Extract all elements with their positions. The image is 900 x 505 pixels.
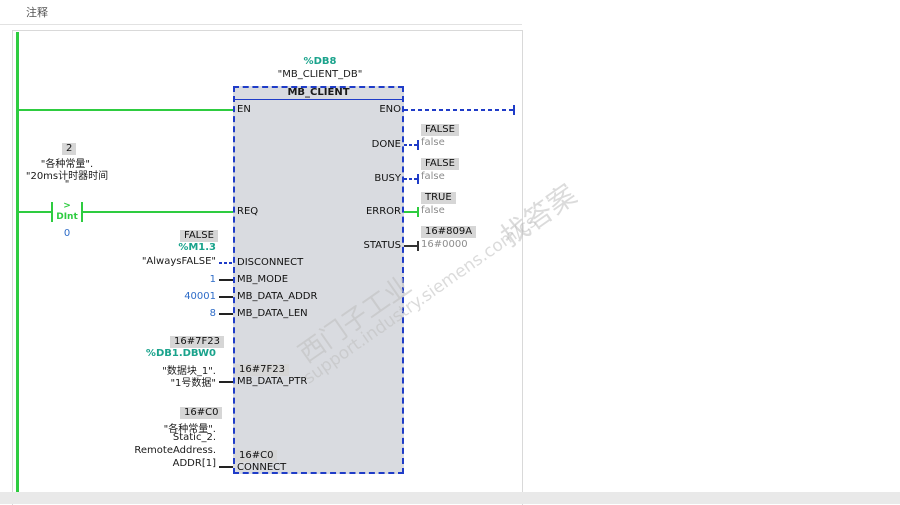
instance-db-symbol[interactable]: "MB_CLIENT_DB" [270, 69, 370, 80]
block-title: MB_CLIENT [287, 87, 350, 98]
pin-mb-data-ptr[interactable]: MB_DATA_PTR [237, 376, 307, 387]
pin-disconnect[interactable]: DISCONNECT [237, 257, 303, 268]
error-init-value: false [421, 205, 445, 216]
pin-mb-mode[interactable]: MB_MODE [237, 274, 288, 285]
connect-symbol-line3[interactable]: RemoteAddress. [100, 445, 216, 456]
done-init-value: false [421, 137, 445, 148]
error-live-value: TRUE [421, 192, 456, 204]
status-init-value: 16#0000 [421, 239, 468, 250]
mb-data-ptr-monitor-value: 16#7F23 [170, 336, 224, 348]
pin-connect[interactable]: CONNECT [237, 462, 286, 473]
instance-db-address: %DB8 [303, 56, 337, 67]
pin-done[interactable]: DONE [340, 139, 401, 150]
compare-value[interactable]: 0 [52, 228, 82, 239]
disconnect-symbol[interactable]: "AlwaysFALSE" [110, 256, 216, 267]
mb-data-ptr-inner-value: 16#7F23 [235, 364, 289, 376]
status-live-value: 16#809A [421, 226, 477, 238]
block-title-bar: MB_CLIENT [233, 86, 404, 100]
busy-init-value: false [421, 171, 445, 182]
pin-busy[interactable]: BUSY [340, 173, 401, 184]
connect-inner-value: 16#C0 [235, 450, 278, 462]
pin-error[interactable]: ERROR [340, 206, 401, 217]
mb-data-ptr-symbol-line2[interactable]: "1号数据" [120, 374, 216, 389]
connect-symbol-line4[interactable]: ADDR[1] [110, 458, 216, 469]
pin-mb-data-addr[interactable]: MB_DATA_ADDR [237, 291, 317, 302]
mb-data-len-value[interactable]: 8 [180, 308, 216, 319]
mb-data-ptr-address[interactable]: %DB1.DBW0 [140, 348, 216, 359]
mb-data-addr-value[interactable]: 40001 [170, 291, 216, 302]
disconnect-monitor-value: FALSE [180, 230, 218, 242]
bottom-scroll-area [0, 492, 900, 504]
done-live-value: FALSE [421, 124, 459, 136]
contact-monitor-value: 2 [62, 143, 77, 155]
block-title-divider [233, 99, 404, 100]
busy-live-value: FALSE [421, 158, 459, 170]
pin-mb-data-len[interactable]: MB_DATA_LEN [237, 308, 308, 319]
pin-req[interactable]: REQ [237, 206, 258, 217]
compare-operator: > [63, 201, 71, 211]
disconnect-address[interactable]: %M1.3 [150, 242, 216, 253]
compare-datatype: DInt [56, 212, 78, 222]
connect-monitor-value: 16#C0 [180, 407, 223, 419]
mb-mode-value[interactable]: 1 [180, 274, 216, 285]
contact-operand-line3: " [64, 179, 70, 190]
pin-en[interactable]: EN [237, 104, 251, 115]
pin-eno[interactable]: ENO [340, 104, 401, 115]
connect-symbol-line2[interactable]: Static_2. [110, 432, 216, 443]
pin-status[interactable]: STATUS [340, 240, 401, 251]
